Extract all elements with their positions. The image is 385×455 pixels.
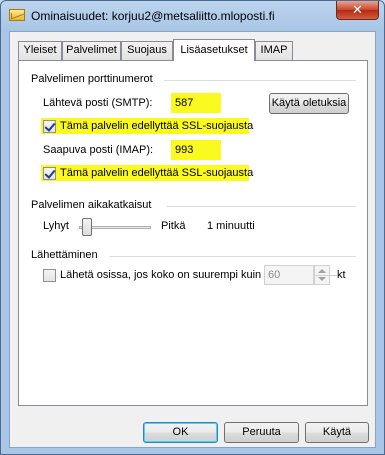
tab-palvelimet[interactable]: Palvelimet xyxy=(62,41,121,60)
envelope-icon xyxy=(9,9,25,21)
close-button[interactable]: ✕ xyxy=(336,1,379,20)
tab-yleiset[interactable]: Yleiset xyxy=(18,41,62,60)
timeout-short-label: Lyhyt xyxy=(43,220,69,232)
advanced-tab-page: Palvelimen porttinumerot Lähtevä posti (… xyxy=(18,60,368,406)
timeouts-group-divider xyxy=(167,206,356,207)
properties-dialog: Ominaisuudet: korjuu2@metsaliitto.mlopos… xyxy=(0,0,385,455)
timeout-long-label: Pitkä xyxy=(161,220,186,232)
imap-port-label: Saapuva posti (IMAP): xyxy=(43,144,154,156)
chevron-down-icon[interactable] xyxy=(318,277,326,281)
smtp-ssl-label[interactable]: Tämä palvelin edellyttää SSL-suojausta xyxy=(60,120,253,132)
tab-suojaus[interactable]: Suojaus xyxy=(121,41,173,60)
sending-group-title: Lähettäminen xyxy=(31,249,98,261)
timeouts-group-title: Palvelimen aikakatkaisut xyxy=(31,199,152,211)
split-size-input[interactable]: 60 xyxy=(264,265,314,285)
tab-imap[interactable]: IMAP xyxy=(255,41,293,60)
window-title: Ominaisuudet: korjuu2@metsaliitto.mlopos… xyxy=(31,9,275,23)
split-messages-checkbox[interactable] xyxy=(43,269,56,282)
imap-ssl-checkbox[interactable] xyxy=(43,167,56,180)
title-bar: Ominaisuudet: korjuu2@metsaliitto.mlopos… xyxy=(1,1,384,31)
imap-ssl-label[interactable]: Tämä palvelin edellyttää SSL-suojausta xyxy=(60,167,253,179)
timeout-value-label: 1 minuutti xyxy=(207,220,255,232)
tab-lisaasetukset[interactable]: Lisäasetukset xyxy=(173,39,255,61)
smtp-ssl-checkbox[interactable] xyxy=(43,120,56,133)
ok-button[interactable]: OK xyxy=(143,422,218,443)
smtp-port-label: Lähtevä posti (SMTP): xyxy=(43,97,153,109)
spinner-divider xyxy=(315,275,337,276)
split-size-unit: kt xyxy=(337,269,346,281)
cancel-button[interactable]: Peruuta xyxy=(224,422,299,443)
timeout-slider-thumb[interactable] xyxy=(82,218,93,236)
imap-port-input[interactable]: 993 xyxy=(171,140,221,160)
split-messages-label[interactable]: Lähetä osissa, jos koko on suurempi kuin xyxy=(60,269,261,281)
split-size-spinner[interactable] xyxy=(314,265,337,285)
dialog-client: Yleiset Palvelimet Suojaus Lisäasetukset… xyxy=(9,31,376,448)
ports-group-title: Palvelimen porttinumerot xyxy=(31,73,153,85)
ports-group-divider xyxy=(164,80,356,81)
smtp-port-input[interactable]: 587 xyxy=(171,93,221,113)
apply-button[interactable]: Käytä xyxy=(305,422,369,443)
sending-group-divider xyxy=(109,256,356,257)
chevron-up-icon[interactable] xyxy=(318,269,326,273)
use-defaults-button[interactable]: Käytä oletuksia xyxy=(269,93,349,114)
